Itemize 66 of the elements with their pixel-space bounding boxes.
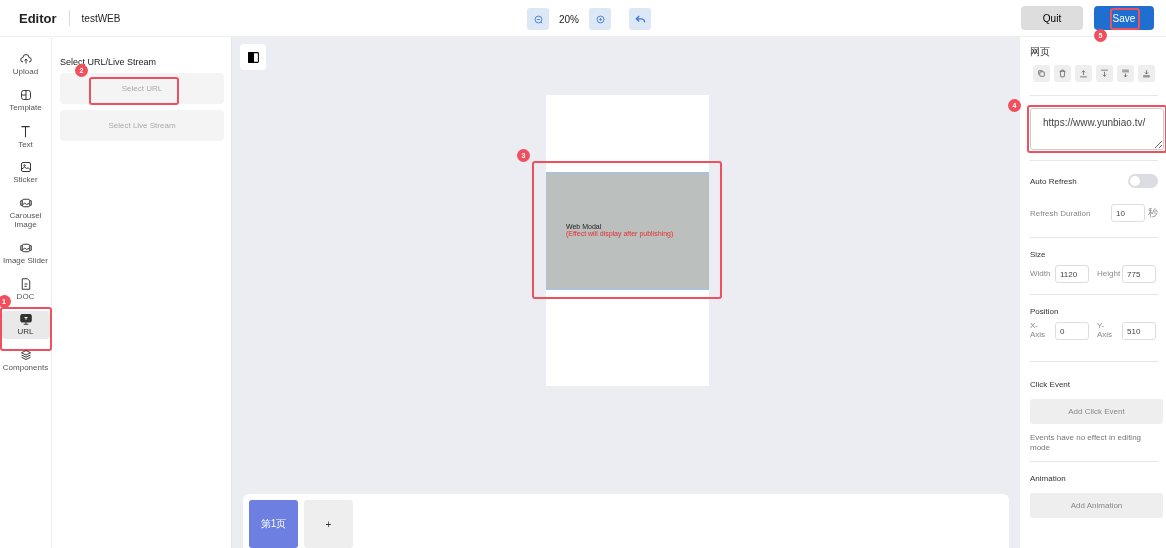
section-title: Click Event: [1030, 380, 1071, 389]
app-title: Editor: [19, 10, 57, 26]
split-panel-icon: [246, 50, 260, 64]
sidebar-item[interactable]: Sticker: [1, 159, 50, 188]
cloud-upload-icon: [19, 53, 32, 65]
field-label: Auto Refresh: [1030, 176, 1077, 186]
gallery-icon: [19, 197, 32, 210]
layers-icon: [19, 349, 32, 362]
highlight-frame: [0, 307, 52, 352]
sidebar-item[interactable]: Template: [1, 86, 50, 115]
zoom-in-icon: [594, 13, 606, 25]
gallery-icon: [19, 241, 32, 254]
bring-front-button[interactable]: [1117, 65, 1134, 82]
monitor-icon: [19, 313, 32, 326]
send-back-button[interactable]: [1138, 65, 1155, 82]
quit-button[interactable]: Quit: [1021, 6, 1083, 30]
bring-front-icon: [1121, 69, 1130, 78]
layout-icon: [19, 88, 32, 101]
field-label: Height: [1097, 269, 1119, 279]
text-icon: [19, 124, 32, 138]
trash-button[interactable]: [1054, 65, 1071, 82]
section-title: Position: [1030, 307, 1060, 316]
input-field[interactable]: 0: [1055, 322, 1089, 340]
undo-button[interactable]: [629, 8, 651, 30]
field-label: Width: [1030, 269, 1052, 279]
image-icon: [19, 161, 32, 174]
document-icon: [19, 277, 32, 290]
move-down-button[interactable]: [1096, 65, 1113, 82]
zoom-in-button[interactable]: [589, 8, 611, 30]
sidebar-item[interactable]: Text: [1, 122, 50, 152]
url-field[interactable]: https://www.yunbiao.tv/: [1030, 108, 1164, 150]
unit-label: 秒: [1148, 206, 1158, 220]
input-field[interactable]: 1120: [1055, 265, 1089, 283]
send-back-icon: [1142, 69, 1151, 78]
sidebar-item[interactable]: Carousel Image: [1, 195, 50, 232]
highlight-frame: [1110, 8, 1140, 30]
input-field[interactable]: 775: [1122, 265, 1156, 283]
sidebar-item[interactable]: URL: [1, 311, 50, 340]
copy-icon: [1037, 69, 1046, 78]
trash-icon: [1058, 69, 1067, 78]
sidebar-item[interactable]: Image Slider: [1, 239, 50, 268]
panel-toggle-icon[interactable]: [240, 44, 266, 70]
project-name: testWEB: [81, 12, 121, 24]
sidebar-item[interactable]: Components: [1, 347, 50, 375]
panel-title: Select URL/Live Stream: [60, 57, 158, 67]
sidebar-item[interactable]: Upload: [1, 51, 50, 79]
add-page-button[interactable]: +: [304, 500, 353, 548]
section-title: 网页: [1030, 45, 1051, 59]
undo-icon: [634, 13, 646, 25]
hint-text: Events have no effect in editing mode: [1030, 433, 1143, 453]
move-up-button[interactable]: [1075, 65, 1092, 82]
toggle-switch[interactable]: [1128, 174, 1158, 188]
zoom-out-icon: [532, 13, 544, 25]
move-up-icon: [1079, 69, 1088, 78]
field-label: Refresh Duration: [1030, 208, 1091, 218]
field-label: X-Axis: [1030, 322, 1047, 340]
zoom-out-button[interactable]: [527, 8, 549, 30]
zoom-level: 20%: [559, 13, 579, 25]
copy-button[interactable]: [1033, 65, 1050, 82]
input-field[interactable]: 10: [1111, 204, 1145, 222]
page-tab[interactable]: 第1页: [249, 500, 298, 548]
move-down-icon: [1100, 69, 1109, 78]
section-title: Size: [1030, 250, 1047, 259]
input-field[interactable]: 510: [1122, 322, 1156, 340]
section-title: Animation: [1030, 474, 1067, 484]
field-label: Y-Axis: [1097, 322, 1114, 340]
